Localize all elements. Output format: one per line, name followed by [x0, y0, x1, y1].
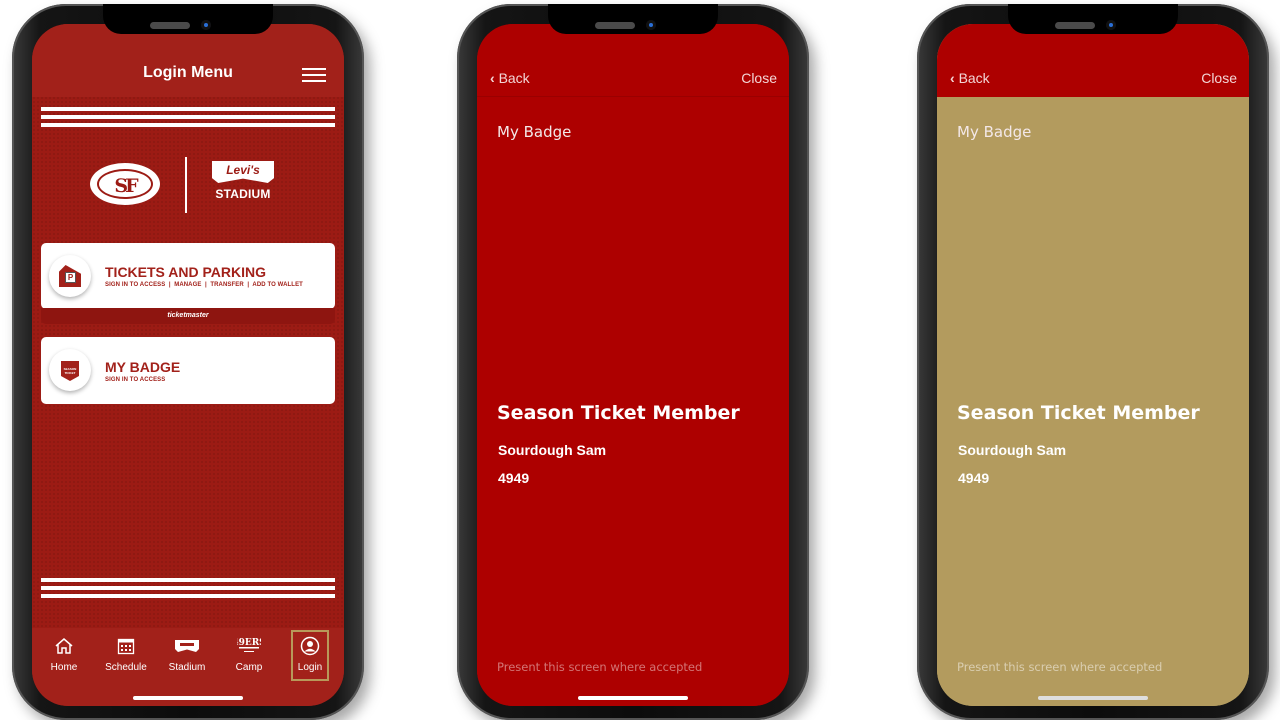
app-showcase: Login Menu SF Levi's STADIUM P TICKETS A…	[0, 0, 1280, 720]
nav-bar: ‹ Back Close	[477, 24, 789, 97]
close-button[interactable]: Close	[741, 70, 777, 86]
season-ticket-badge-icon: SEASON TICKET	[49, 349, 91, 391]
member-number: 4949	[498, 470, 530, 486]
header-bar: Login Menu	[32, 24, 344, 97]
levis-logo-icon	[161, 636, 213, 656]
ticketmaster-label: ticketmaster	[41, 308, 335, 324]
logo-divider	[185, 157, 187, 213]
tab-home[interactable]: Home	[38, 636, 90, 673]
close-button[interactable]: Close	[1201, 70, 1237, 86]
logo-lockup: SF Levi's STADIUM	[32, 157, 344, 217]
page-title: Login Menu	[143, 64, 233, 81]
badge-screen-gold: ‹ Back Close My Badge Season Ticket Memb…	[937, 24, 1249, 706]
badge-body: My Badge Season Ticket Member Sourdough …	[477, 97, 789, 706]
speaker	[150, 22, 190, 29]
tab-schedule[interactable]: Schedule	[100, 636, 152, 673]
member-name: Sourdough Sam	[498, 442, 607, 458]
member-name: Sourdough Sam	[958, 442, 1067, 458]
49ers-camp-logo-icon: 49ERS	[223, 636, 275, 656]
phone-login-menu: Login Menu SF Levi's STADIUM P TICKETS A…	[12, 4, 364, 720]
speaker	[1055, 22, 1095, 29]
badge-screen-red: ‹ Back Close My Badge Season Ticket Memb…	[477, 24, 789, 706]
member-number: 4949	[958, 470, 990, 486]
section-label: My Badge	[957, 123, 1032, 141]
my-badge-card[interactable]: SEASON TICKET MY BADGE SIGN IN TO ACCESS	[41, 337, 335, 404]
home-indicator	[1038, 696, 1148, 700]
levis-stadium-logo: Levi's STADIUM	[212, 161, 276, 201]
levis-batwing: Levi's	[212, 161, 274, 183]
membership-level: Season Ticket Member	[957, 402, 1200, 424]
calendar-icon	[100, 636, 152, 656]
tab-login[interactable]: Login	[291, 630, 329, 681]
home-indicator	[133, 696, 243, 700]
tickets-and-parking-card[interactable]: P TICKETS AND PARKING SIGN IN TO ACCESS …	[41, 243, 335, 309]
section-label: My Badge	[497, 123, 572, 141]
card-title: TICKETS AND PARKING	[105, 264, 266, 280]
home-icon	[38, 636, 90, 656]
home-indicator	[578, 696, 688, 700]
top-stripes	[41, 107, 335, 131]
badge-body: My Badge Season Ticket Member Sourdough …	[937, 97, 1249, 706]
back-button[interactable]: ‹ Back	[950, 70, 990, 86]
footer-note: Present this screen where accepted	[497, 660, 703, 674]
notch	[103, 4, 273, 34]
svg-text:49ERS: 49ERS	[237, 638, 261, 648]
camera	[1106, 20, 1116, 30]
chevron-left-icon: ‹	[490, 70, 495, 86]
tab-bar: Home Schedule Stadium 49ERS	[32, 628, 344, 706]
card-subtitle: SIGN IN TO ACCESS | MANAGE | TRANSFER | …	[105, 282, 303, 288]
nav-bar: ‹ Back Close	[937, 24, 1249, 97]
back-button[interactable]: ‹ Back	[490, 70, 530, 86]
speaker	[595, 22, 635, 29]
chevron-left-icon: ‹	[950, 70, 955, 86]
parking-ticket-icon: P	[49, 255, 91, 297]
sf-49ers-logo: SF	[90, 163, 160, 205]
login-menu-screen: Login Menu SF Levi's STADIUM P TICKETS A…	[32, 24, 344, 706]
tab-camp[interactable]: 49ERS Camp	[223, 636, 275, 673]
bottom-stripes	[41, 578, 335, 602]
card-subtitle: SIGN IN TO ACCESS	[105, 377, 166, 383]
notch	[1008, 4, 1178, 34]
hamburger-icon[interactable]	[302, 68, 326, 82]
notch	[548, 4, 718, 34]
camera	[646, 20, 656, 30]
phone-badge-gold: ‹ Back Close My Badge Season Ticket Memb…	[917, 4, 1269, 720]
user-circle-icon	[293, 636, 327, 656]
membership-level: Season Ticket Member	[497, 402, 740, 424]
card-title: MY BADGE	[105, 359, 181, 375]
footer-note: Present this screen where accepted	[957, 660, 1163, 674]
stadium-label: STADIUM	[215, 187, 271, 201]
phone-badge-red: ‹ Back Close My Badge Season Ticket Memb…	[457, 4, 809, 720]
camera	[201, 20, 211, 30]
tab-stadium[interactable]: Stadium	[161, 636, 213, 673]
